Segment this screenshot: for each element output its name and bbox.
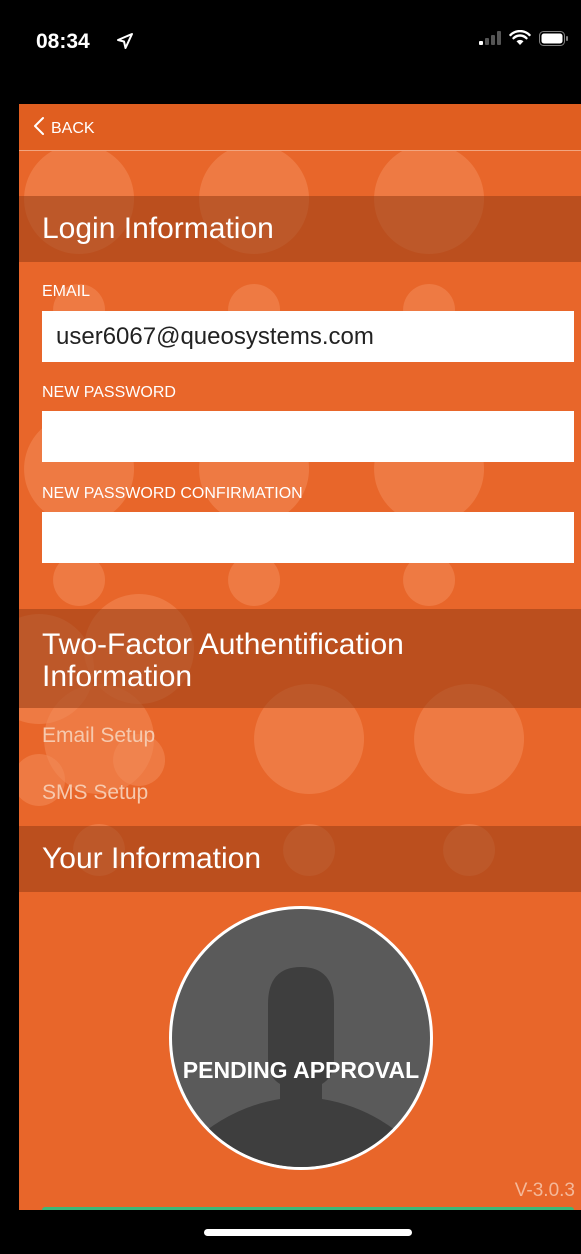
chevron-left-icon [33,116,45,141]
battery-icon [539,30,569,51]
person-silhouette-icon [190,967,412,1167]
status-icons [479,29,569,51]
phone-screen: 08:34 BACK Login Information EMAIL user6… [0,0,581,1254]
login-section-header: Login Information [19,196,581,262]
email-setup-link[interactable]: Email Setup [42,724,155,748]
version-label: V-3.0.3 [514,1180,575,1201]
sms-setup-link[interactable]: SMS Setup [42,781,148,805]
status-time: 08:34 [36,30,90,53]
location-arrow-icon [116,32,134,55]
home-indicator[interactable] [204,1229,412,1236]
email-field[interactable] [42,311,574,362]
status-bar: 08:34 [0,0,581,104]
two-factor-title-line1: Two-Factor Authentification [42,628,404,661]
your-info-section-header: Your Information [19,826,581,892]
your-info-section-title: Your Information [42,842,262,875]
two-factor-section-header: Two-Factor Authentification Information [19,609,581,708]
signal-icon [479,31,501,50]
new-password-field[interactable] [42,411,574,462]
app-content: BACK Login Information EMAIL NEW PASSWOR… [19,104,581,1210]
two-factor-title-line2: Information [42,660,193,693]
avatar[interactable]: PENDING APPROVAL [169,906,433,1170]
new-password-label: NEW PASSWORD [42,384,176,401]
email-label: EMAIL [42,283,91,300]
back-label: BACK [51,119,95,137]
password-confirmation-label: NEW PASSWORD CONFIRMATION [42,485,303,502]
nav-bar: BACK [19,104,581,151]
avatar-status-label: PENDING APPROVAL [182,1057,420,1083]
wifi-icon [509,29,531,51]
back-button[interactable]: BACK [33,116,95,141]
login-section-title: Login Information [42,212,274,245]
password-confirmation-field[interactable] [42,512,574,563]
